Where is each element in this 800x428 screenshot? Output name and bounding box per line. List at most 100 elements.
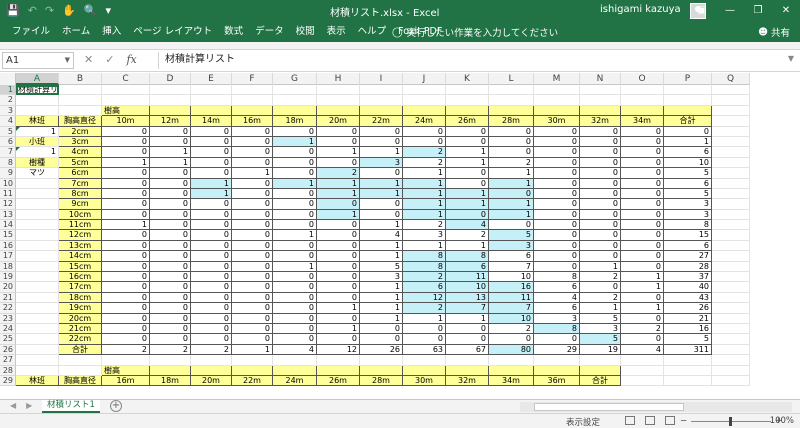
cell[interactable] xyxy=(16,334,59,345)
value-cell[interactable]: 0 xyxy=(102,147,150,158)
value-cell[interactable]: 6 xyxy=(534,303,580,314)
value-cell[interactable]: 6 xyxy=(664,240,712,252)
value-cell[interactable]: 0 xyxy=(191,220,232,231)
value-cell[interactable]: 0 xyxy=(580,240,621,252)
cell[interactable] xyxy=(712,240,750,252)
height-column-header[interactable]: 12m xyxy=(150,116,191,127)
value-cell[interactable]: 0 xyxy=(317,136,360,148)
value-cell[interactable]: 37 xyxy=(664,272,712,283)
cell[interactable] xyxy=(621,375,664,387)
cell[interactable] xyxy=(712,375,750,387)
undo-icon[interactable]: ↶ xyxy=(28,3,37,19)
cell[interactable] xyxy=(16,95,59,106)
name-box[interactable]: A1 ▼ xyxy=(2,52,74,69)
value-cell[interactable]: 1 xyxy=(664,136,712,148)
cell[interactable] xyxy=(712,313,750,324)
cell[interactable] xyxy=(232,95,273,106)
value-cell[interactable]: 0 xyxy=(534,136,580,148)
value-cell[interactable]: 3 xyxy=(580,323,621,335)
header-cell[interactable] xyxy=(273,365,317,376)
page-layout-icon[interactable] xyxy=(645,416,655,425)
value-cell[interactable]: 0 xyxy=(489,126,534,137)
cell[interactable] xyxy=(16,355,59,366)
total-cell[interactable]: 2 xyxy=(150,344,191,356)
value-cell[interactable]: 1 xyxy=(360,251,403,262)
value-cell[interactable]: 0 xyxy=(273,126,317,137)
row-header[interactable]: 28 xyxy=(0,365,16,376)
value-cell[interactable]: 0 xyxy=(102,240,150,252)
height-column-header[interactable]: 18m xyxy=(273,116,317,127)
row-header[interactable]: 20 xyxy=(0,282,16,293)
value-cell[interactable]: 0 xyxy=(273,199,317,210)
value-cell[interactable]: 8 xyxy=(403,261,446,273)
value-cell[interactable]: 1 xyxy=(102,220,150,231)
value-cell[interactable]: 5 xyxy=(489,230,534,241)
cell[interactable] xyxy=(664,375,712,387)
diameter-cell[interactable]: 9cm xyxy=(59,199,102,210)
cell[interactable] xyxy=(317,95,360,106)
value-cell[interactable]: 0 xyxy=(102,272,150,283)
total-cell[interactable]: 29 xyxy=(534,344,580,356)
value-cell[interactable]: 0 xyxy=(150,240,191,252)
cell[interactable] xyxy=(712,209,750,221)
header-cell[interactable] xyxy=(232,365,273,376)
value-cell[interactable]: 0 xyxy=(232,323,273,335)
value-cell[interactable]: 0 xyxy=(317,272,360,283)
cell[interactable] xyxy=(621,85,664,96)
cell[interactable] xyxy=(534,355,580,366)
value-cell[interactable]: 0 xyxy=(150,188,191,200)
cancel-icon[interactable]: ✕ xyxy=(84,53,93,66)
value-cell[interactable]: 0 xyxy=(232,313,273,324)
value-cell[interactable]: 1 xyxy=(580,261,621,273)
value-cell[interactable]: 0 xyxy=(534,240,580,252)
value-cell[interactable]: 5 xyxy=(580,313,621,324)
value-cell[interactable]: 0 xyxy=(232,188,273,200)
cell[interactable] xyxy=(59,365,102,376)
row-header[interactable]: 23 xyxy=(0,313,16,324)
header-cell[interactable] xyxy=(489,105,534,117)
value-cell[interactable]: 0 xyxy=(489,136,534,148)
cell[interactable] xyxy=(403,95,446,106)
value-cell[interactable]: 0 xyxy=(621,178,664,189)
value-cell[interactable]: 0 xyxy=(273,334,317,345)
value-cell[interactable]: 0 xyxy=(621,147,664,158)
diameter-header-cell[interactable]: 胸高直径 xyxy=(59,116,102,127)
value-cell[interactable]: 3 xyxy=(534,313,580,324)
value-cell[interactable]: 0 xyxy=(273,188,317,200)
cell[interactable] xyxy=(621,95,664,106)
cell[interactable] xyxy=(403,85,446,96)
height-header-cell[interactable]: 樹高 xyxy=(102,365,150,376)
value-cell[interactable]: 0 xyxy=(534,251,580,262)
value-cell[interactable]: 0 xyxy=(102,303,150,314)
value-cell[interactable]: 0 xyxy=(317,251,360,262)
value-cell[interactable]: 0 xyxy=(273,323,317,335)
value-cell[interactable]: 0 xyxy=(273,313,317,324)
height-column-header[interactable]: 32m xyxy=(446,375,489,387)
value-cell[interactable]: 1 xyxy=(317,303,360,314)
value-cell[interactable]: 0 xyxy=(273,282,317,293)
row-header[interactable]: 9 xyxy=(0,168,16,179)
height-column-header[interactable]: 28m xyxy=(360,375,403,387)
value-cell[interactable]: 0 xyxy=(150,323,191,335)
value-cell[interactable]: 5 xyxy=(580,334,621,345)
cell[interactable] xyxy=(489,85,534,96)
value-cell[interactable]: 2 xyxy=(403,272,446,283)
value-cell[interactable]: 0 xyxy=(102,313,150,324)
value-cell[interactable]: 10 xyxy=(489,313,534,324)
value-cell[interactable]: 0 xyxy=(403,334,446,345)
value-cell[interactable]: 0 xyxy=(191,334,232,345)
value-cell[interactable]: 0 xyxy=(191,313,232,324)
value-cell[interactable]: 0 xyxy=(232,272,273,283)
value-cell[interactable]: 1 xyxy=(191,178,232,189)
value-cell[interactable]: 0 xyxy=(317,230,360,241)
value-cell[interactable]: 3 xyxy=(360,272,403,283)
value-cell[interactable]: 0 xyxy=(102,199,150,210)
value-cell[interactable]: 0 xyxy=(232,334,273,345)
value-cell[interactable]: 5 xyxy=(664,334,712,345)
height-column-header[interactable]: 30m xyxy=(534,116,580,127)
cell[interactable] xyxy=(360,95,403,106)
cell[interactable] xyxy=(16,365,59,376)
header-cell[interactable] xyxy=(489,365,534,376)
cell[interactable] xyxy=(712,323,750,335)
value-cell[interactable]: 0 xyxy=(403,126,446,137)
